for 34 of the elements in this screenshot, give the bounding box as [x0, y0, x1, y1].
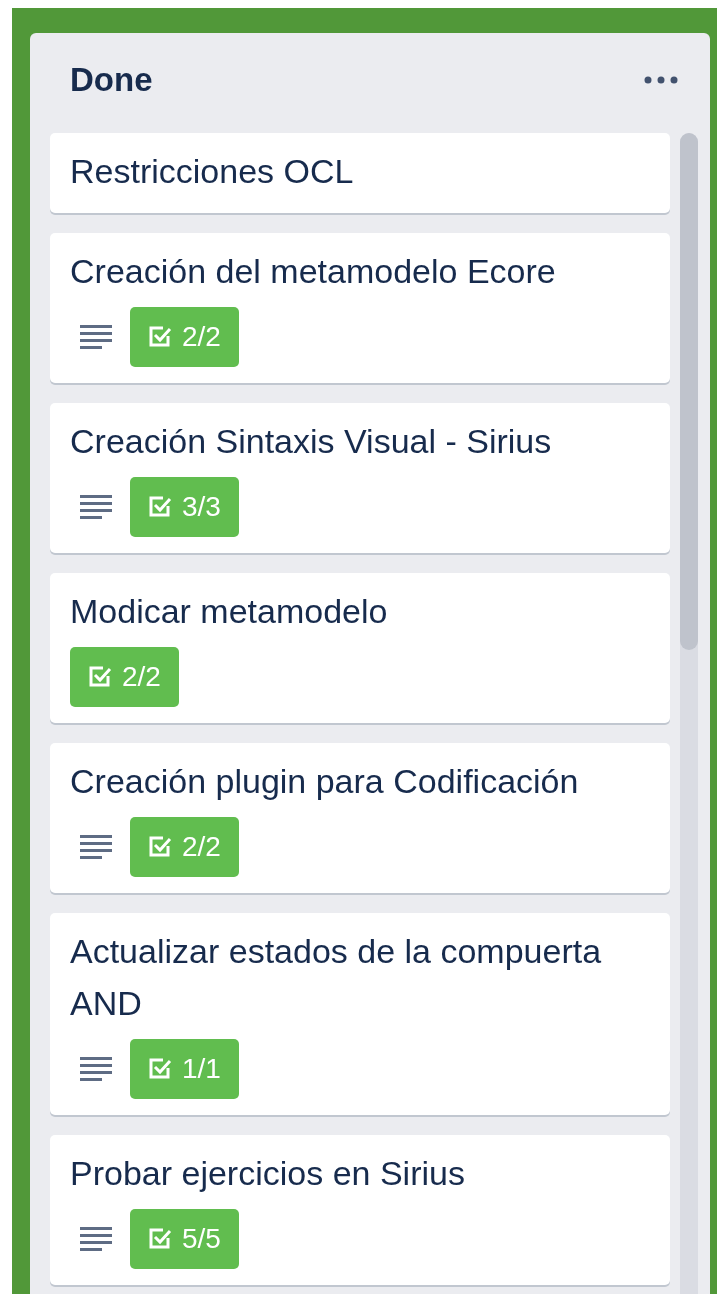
- checklist-badge: 3/3: [130, 477, 239, 537]
- card-title: Probar ejercicios en Sirius: [70, 1153, 466, 1194]
- checklist-badge: 5/5: [130, 1209, 239, 1269]
- task-card[interactable]: Modicar metamodelo 2/2: [50, 573, 670, 723]
- checklist-badge: 1/1: [130, 1039, 239, 1099]
- card-title: Restricciones OCL: [70, 151, 355, 192]
- description-icon: [80, 1226, 112, 1252]
- card-title: Actualizar estados de la compuerta AND: [70, 931, 603, 1024]
- description-icon: [80, 324, 112, 350]
- task-card[interactable]: Creación del metamodelo Ecore 2/2: [50, 233, 670, 383]
- checkbox-icon: [148, 325, 172, 349]
- checklist-badge: 2/2: [70, 647, 179, 707]
- checkbox-icon: [148, 835, 172, 859]
- checklist-badge: 2/2: [130, 307, 239, 367]
- card-title: Modicar metamodelo: [70, 591, 389, 632]
- description-icon: [80, 494, 112, 520]
- card-title: Creación plugin para Codificación: [70, 761, 580, 802]
- checkbox-icon: [148, 1057, 172, 1081]
- checkbox-icon: [88, 665, 112, 689]
- task-card[interactable]: Creación Sintaxis Visual - Sirius 3/3: [50, 403, 670, 553]
- more-icon[interactable]: [644, 76, 678, 84]
- list-title[interactable]: Done: [70, 61, 153, 99]
- description-icon: [80, 1056, 112, 1082]
- description-icon: [80, 834, 112, 860]
- task-card[interactable]: Actualizar estados de la compuerta AND 1/1: [50, 913, 670, 1115]
- checkbox-icon: [148, 1227, 172, 1251]
- checkbox-icon: [148, 495, 172, 519]
- checklist-badge: 2/2: [130, 817, 239, 877]
- task-card[interactable]: Creación plugin para Codificación 2/2: [50, 743, 670, 893]
- scrollbar-thumb[interactable]: [680, 133, 698, 650]
- task-card[interactable]: Restricciones OCL: [50, 133, 670, 213]
- card-title: Creación del metamodelo Ecore: [70, 251, 557, 292]
- card-title: Creación Sintaxis Visual - Sirius: [70, 421, 553, 462]
- task-card[interactable]: Probar ejercicios en Sirius 5/5: [50, 1135, 670, 1285]
